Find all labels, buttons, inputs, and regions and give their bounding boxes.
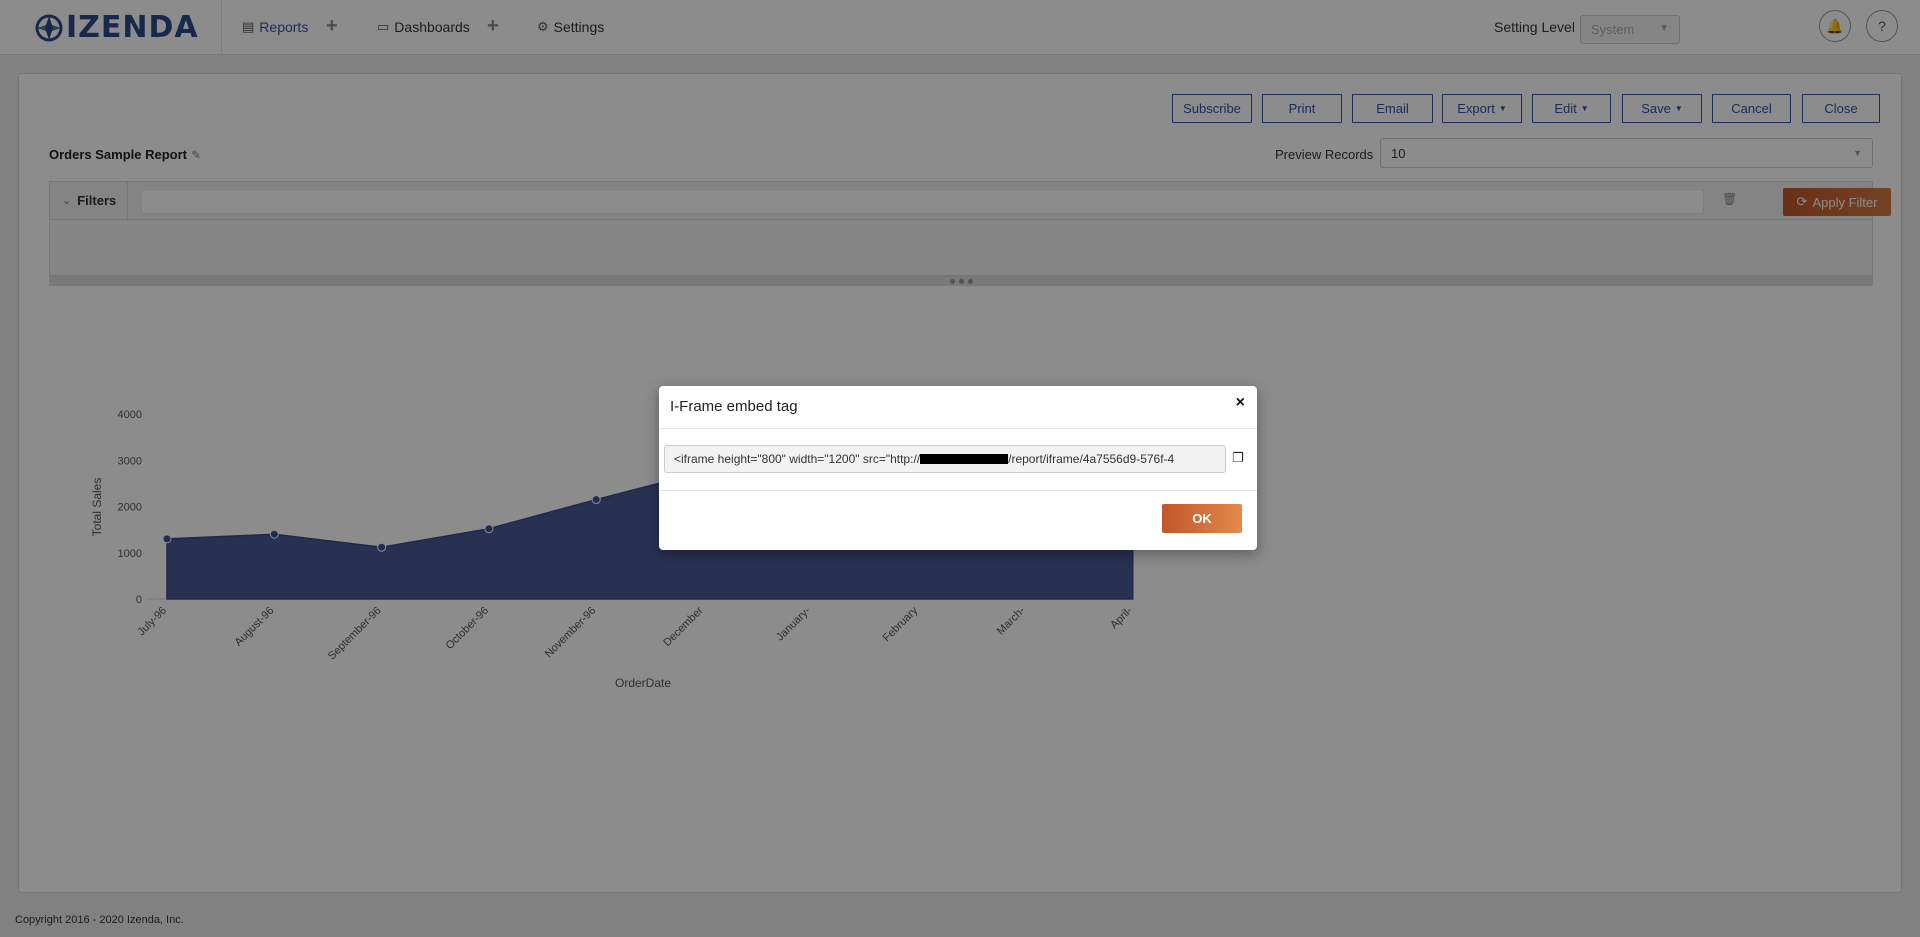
modal-title: I-Frame embed tag <box>670 398 798 415</box>
ok-button[interactable]: OK <box>1162 504 1242 533</box>
embed-code-prefix: <iframe height="800" width="1200" src="h… <box>674 452 921 466</box>
embed-code-field[interactable]: <iframe height="800" width="1200" src="h… <box>664 445 1226 473</box>
iframe-embed-modal: I-Frame embed tag × <iframe height="800"… <box>659 386 1257 550</box>
ok-label: OK <box>1192 511 1212 526</box>
embed-code-suffix: /report/iframe/4a7556d9-576f-4 <box>1008 452 1175 466</box>
modal-divider-top <box>659 428 1257 429</box>
copy-icon[interactable]: ❐ <box>1232 450 1244 466</box>
close-icon[interactable]: × <box>1236 394 1245 412</box>
redacted-host <box>920 453 1009 464</box>
modal-divider-bottom <box>659 490 1257 491</box>
